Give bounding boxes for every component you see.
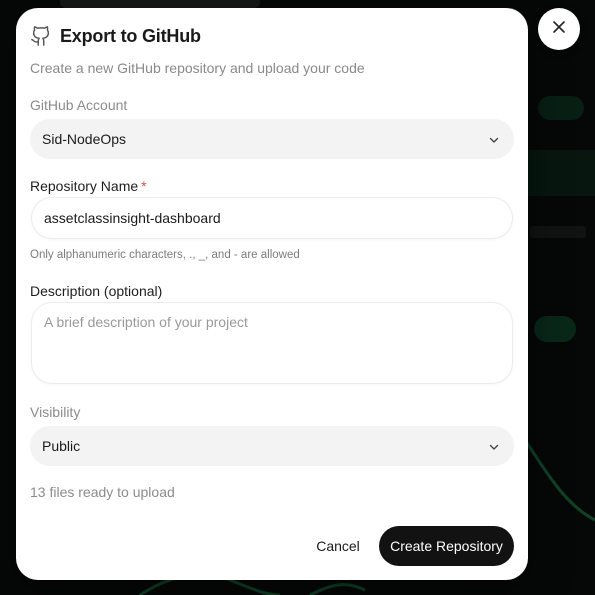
- account-label: GitHub Account: [30, 97, 128, 113]
- repo-name-label-text: Repository Name: [30, 178, 139, 194]
- github-icon: [30, 25, 52, 47]
- files-status: 13 files ready to upload: [30, 484, 175, 500]
- dialog-header: Export to GitHub: [30, 25, 201, 47]
- description-placeholder: A brief description of your project: [44, 314, 248, 330]
- repo-name-value: assetclassinsight-dashboard: [44, 210, 221, 226]
- repo-name-input[interactable]: assetclassinsight-dashboard: [32, 198, 512, 238]
- repo-name-hint: Only alphanumeric characters, ., _, and …: [30, 249, 300, 261]
- visibility-select[interactable]: Public: [30, 426, 514, 466]
- cancel-button[interactable]: Cancel: [306, 526, 370, 566]
- close-icon: [552, 20, 566, 39]
- close-button[interactable]: [538, 8, 580, 50]
- chevron-down-icon: [488, 133, 500, 149]
- required-marker: *: [141, 178, 147, 194]
- create-repository-button[interactable]: Create Repository: [379, 526, 514, 566]
- export-github-dialog: Export to GitHub Create a new GitHub rep…: [16, 8, 528, 580]
- dialog-title: Export to GitHub: [60, 25, 201, 46]
- chevron-down-icon: [488, 440, 500, 456]
- visibility-label: Visibility: [30, 404, 81, 420]
- description-label: Description (optional): [30, 283, 163, 299]
- description-textarea[interactable]: A brief description of your project: [32, 303, 512, 383]
- repo-name-label: Repository Name *: [30, 178, 147, 194]
- dialog-subtitle: Create a new GitHub repository and uploa…: [30, 60, 365, 76]
- visibility-select-value: Public: [42, 438, 81, 454]
- account-select-value: Sid-NodeOps: [42, 131, 127, 147]
- account-select[interactable]: Sid-NodeOps: [30, 119, 514, 159]
